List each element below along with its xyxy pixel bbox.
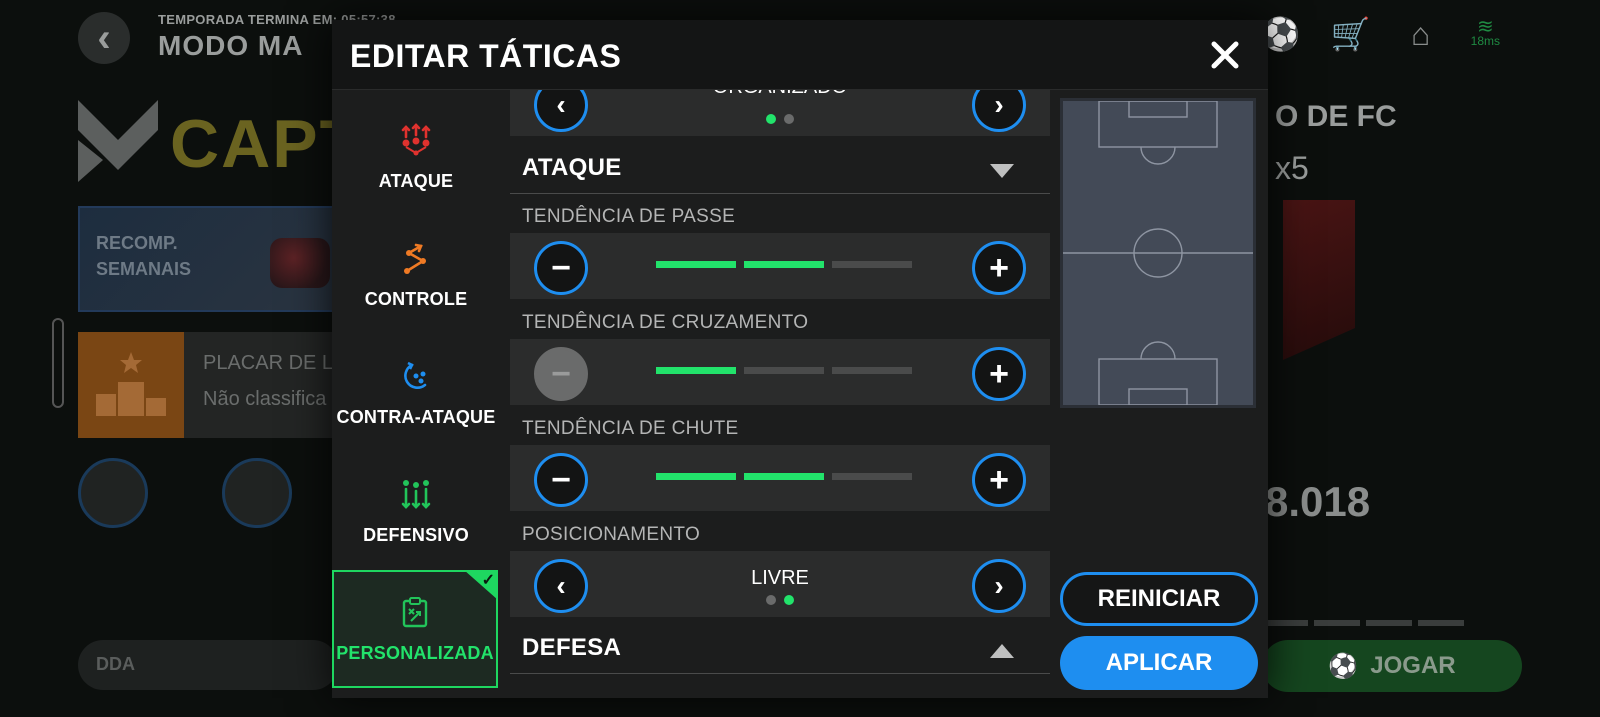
pass-tendency-control: − + [510, 233, 1050, 299]
edit-tactics-modal: EDITAR TÁTICAS ATAQUE CONTROLE CONTRA-AT… [332, 20, 1268, 698]
play-label: JOGAR [1370, 652, 1456, 679]
counter-attack-icon [404, 361, 427, 389]
decrease-button[interactable]: − [534, 347, 588, 401]
back-button[interactable]: ‹ [78, 12, 130, 64]
tab-label: CONTROLE [364, 288, 468, 309]
attack-icon [401, 122, 431, 155]
level-bars [656, 261, 912, 268]
tab-defensivo[interactable]: DEFENSIVO [332, 452, 500, 570]
expand-caret-icon[interactable] [990, 644, 1014, 658]
build-up-selector: ‹ ORGANIZADO › [510, 90, 1050, 136]
club-badge [1283, 200, 1355, 360]
plus-icon: + [989, 461, 1009, 499]
positioning-selector: ‹ LIVRE › [510, 551, 1050, 617]
weekly-rewards-card[interactable]: RECOMP. SEMANAIS [78, 206, 338, 312]
score-value: 8.018 [1265, 478, 1371, 525]
next-option-button[interactable]: › [972, 90, 1026, 132]
control-icon [404, 243, 426, 274]
dda-field[interactable]: DDA [78, 640, 338, 690]
section-title: DEFESA [522, 634, 622, 661]
tab-personalizada[interactable]: ✓ PERSONALIZADA [332, 570, 498, 688]
leaderboard-card[interactable]: PLACAR DE L Não classifica [78, 332, 338, 438]
cross-tendency-control: − + [510, 339, 1050, 405]
progress-dashes [1262, 620, 1464, 626]
custom-tactics-icon [402, 596, 428, 627]
tactics-settings-list[interactable]: ‹ ORGANIZADO › ATAQUE TENDÊNCIA DE PASSE… [510, 90, 1050, 698]
tab-ataque[interactable]: ATAQUE [332, 98, 500, 216]
shot-tendency-control: − + [510, 445, 1050, 511]
apply-button[interactable]: APLICAR [1060, 636, 1258, 690]
tab-controle[interactable]: CONTROLE [332, 216, 500, 334]
tactics-tabs: ATAQUE CONTROLE CONTRA-ATAQUE DEFENSIVO … [332, 90, 500, 698]
tab-label: ATAQUE [378, 170, 454, 191]
close-icon[interactable] [1208, 38, 1242, 72]
section-title: ATAQUE [522, 154, 622, 181]
modal-title: EDITAR TÁTICAS [350, 38, 622, 74]
right-subtitle: x5 [1275, 150, 1309, 186]
reward-image [270, 238, 330, 288]
build-up-value: ORGANIZADO [510, 90, 1050, 99]
kit-icon[interactable] [78, 458, 148, 528]
plus-icon: + [989, 355, 1009, 393]
setting-label: TENDÊNCIA DE CHUTE [522, 418, 739, 439]
right-title: O DE FC [1275, 100, 1397, 133]
setting-label: TENDÊNCIA DE PASSE [522, 206, 736, 227]
weekly-rewards-label: RECOMP. SEMANAIS [96, 230, 191, 282]
play-button[interactable]: ⚽ JOGAR [1262, 640, 1522, 692]
mode-logo-icon [78, 100, 158, 182]
setting-label: TENDÊNCIA DE CRUZAMENTO [522, 312, 809, 333]
chevron-right-icon: › [994, 90, 1004, 120]
section-defesa-header[interactable]: DEFESA [510, 626, 1050, 674]
minus-icon: − [551, 461, 571, 499]
home-icon[interactable]: ⌂ [1401, 14, 1441, 54]
side-handle[interactable] [52, 318, 64, 408]
reward-line-1: RECOMP. [96, 233, 178, 253]
leaderboard-title: PLACAR DE L [203, 352, 334, 374]
collapse-caret-icon[interactable] [990, 164, 1014, 178]
pitch-preview [1060, 98, 1256, 408]
leaderboard-subtitle: Não classifica [203, 388, 327, 410]
selected-check-icon: ✓ [464, 570, 498, 600]
decrease-button[interactable]: − [534, 453, 588, 507]
level-bars [656, 367, 912, 374]
next-option-button[interactable]: › [972, 559, 1026, 613]
positioning-value: LIVRE [751, 567, 809, 589]
option-page-dots [510, 114, 1050, 124]
reward-line-2: SEMANAIS [96, 259, 192, 279]
play-ball-icon: ⚽ [1328, 652, 1359, 680]
increase-button[interactable]: + [972, 241, 1026, 295]
option-page-dots [510, 595, 1050, 605]
section-ataque-header[interactable]: ATAQUE [510, 146, 1050, 194]
pitch-icon[interactable] [222, 458, 292, 528]
increase-button[interactable]: + [972, 347, 1026, 401]
tab-label: DEFENSIVO [363, 524, 469, 545]
minus-icon: − [551, 355, 571, 393]
cart-icon[interactable]: 🛒 [1331, 14, 1371, 54]
chevron-right-icon: › [994, 570, 1004, 601]
increase-button[interactable]: + [972, 453, 1026, 507]
minus-icon: − [551, 249, 571, 287]
plus-icon: + [989, 249, 1009, 287]
tab-contra-ataque[interactable]: CONTRA-ATAQUE [332, 334, 500, 452]
tab-label: CONTRA-ATAQUE [336, 406, 496, 427]
podium-icon [78, 332, 184, 438]
setting-label: POSICIONAMENTO [522, 524, 701, 545]
decrease-button[interactable]: − [534, 241, 588, 295]
reset-button[interactable]: REINICIAR [1060, 572, 1258, 626]
mode-title: MODO MA [158, 30, 304, 61]
modal-header: EDITAR TÁTICAS [332, 20, 1268, 90]
level-bars [656, 473, 912, 480]
tab-label: PERSONALIZADA [336, 642, 494, 663]
defensive-icon [401, 479, 431, 509]
top-icons: ⚽ 🛒 ⌂ ≋ 18ms [1261, 14, 1500, 54]
wifi-icon: ≋ 18ms [1470, 16, 1500, 48]
ping-value: 18ms [1470, 34, 1500, 48]
